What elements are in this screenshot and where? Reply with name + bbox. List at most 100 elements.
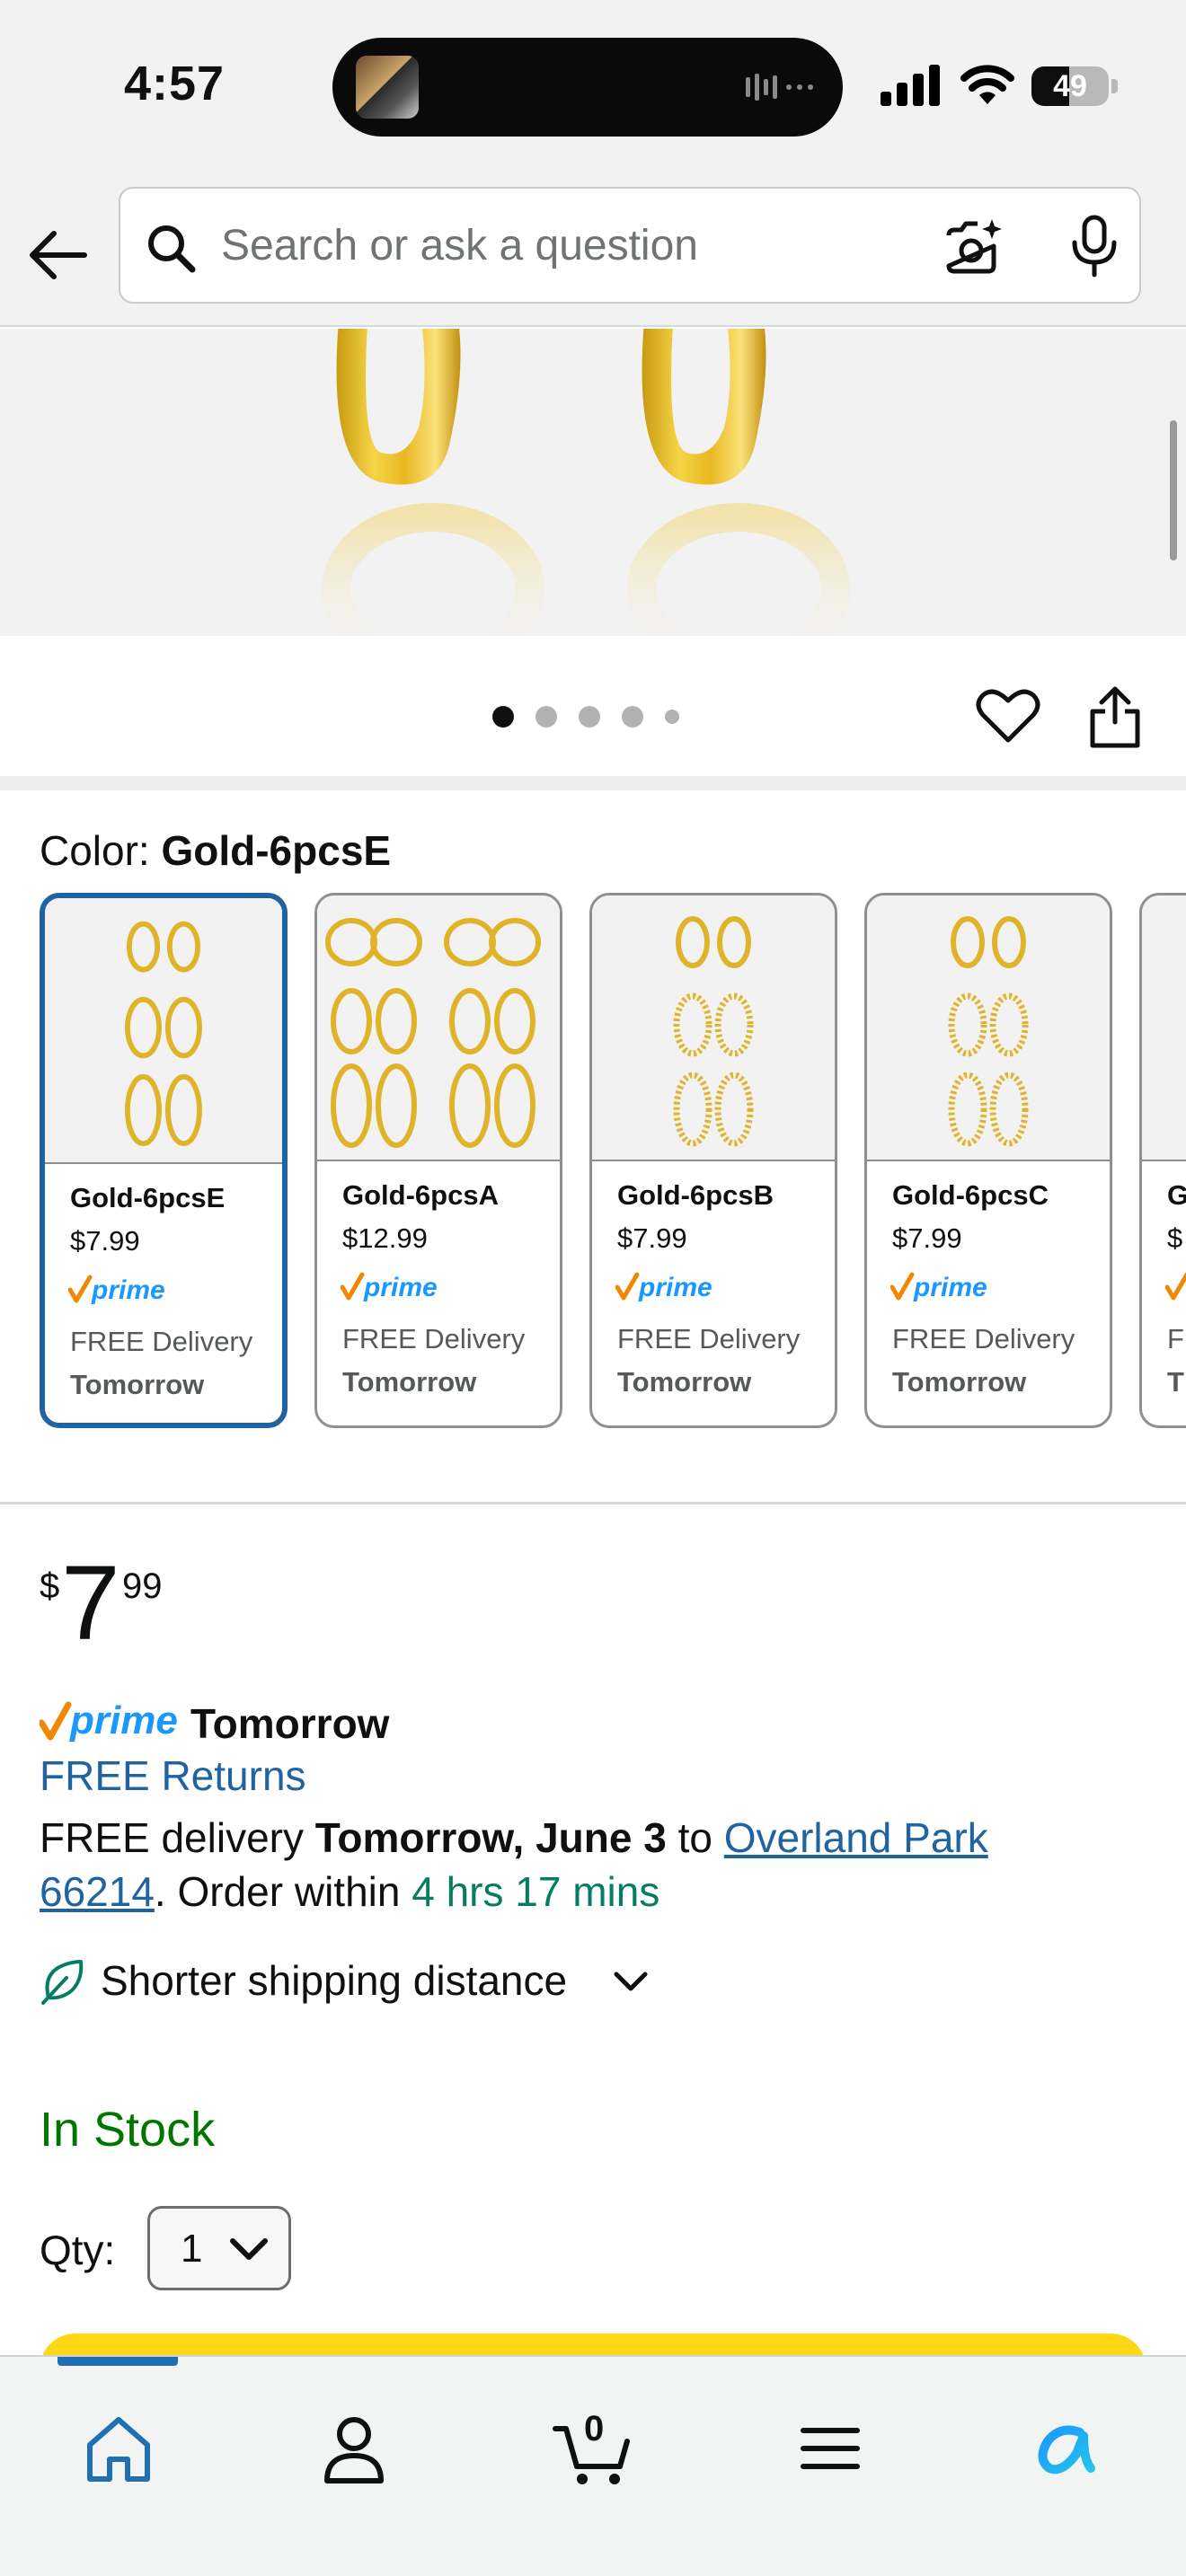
color-swatch-gold-6pcsc[interactable]: Gold-6pcsC $7.99 prime FREE Delivery Tom… xyxy=(864,893,1112,1428)
hoop-earring-shape xyxy=(948,1072,987,1147)
price-fraction: 99 xyxy=(122,1566,163,1606)
swatch-name: Gold-6pcsA xyxy=(342,1179,499,1211)
page-scrollbar[interactable] xyxy=(1170,420,1177,560)
color-swatch-carousel[interactable]: Gold-6pcsE $7.99 prime FREE Delivery Tom… xyxy=(40,893,1186,1430)
share-icon[interactable] xyxy=(1087,684,1143,749)
swatch-price: $7.99 xyxy=(617,1222,687,1254)
chevron-down-icon xyxy=(230,2238,268,2260)
swatch-name: G xyxy=(1167,1179,1186,1212)
delivery-prefix: FREE delivery xyxy=(40,1814,315,1861)
pagination-dot[interactable] xyxy=(492,706,514,728)
prime-delivery-day: Tomorrow xyxy=(190,1700,390,1747)
status-bar: 4:57 49 xyxy=(0,0,1186,180)
quantity-value: 1 xyxy=(181,2227,203,2271)
hoop-earring-shape xyxy=(376,988,417,1054)
swatch-price: $ xyxy=(1167,1222,1183,1254)
nav-home[interactable] xyxy=(75,2405,162,2492)
stock-status: In Stock xyxy=(40,2103,216,2157)
svg-text:prime: prime xyxy=(91,1275,165,1305)
quantity-select[interactable]: 1 xyxy=(147,2206,291,2290)
search-bar[interactable] xyxy=(119,187,1141,304)
swatch-delivery: FREE Delivery xyxy=(70,1326,253,1357)
prime-logo: prime xyxy=(615,1272,712,1302)
image-pagination-dots[interactable] xyxy=(492,706,679,728)
product-image[interactable] xyxy=(0,329,1186,636)
price-whole: 7 xyxy=(61,1544,120,1663)
hoop-earring-shape xyxy=(494,1063,535,1148)
swatch-price: $7.99 xyxy=(70,1225,140,1257)
nav-cart[interactable]: 0 xyxy=(550,2405,636,2492)
battery-indicator: 49 xyxy=(1031,66,1118,106)
now-playing-artwork xyxy=(356,56,419,119)
swatch-delivery-day: T xyxy=(1167,1366,1184,1398)
hoop-earring-shape xyxy=(494,988,535,1054)
hoop-earring-shape xyxy=(714,1072,754,1147)
swatch-name: Gold-6pcsB xyxy=(617,1179,774,1211)
pagination-dot[interactable] xyxy=(579,706,600,728)
hoop-earring-shape xyxy=(331,1063,372,1148)
search-header xyxy=(0,180,1186,327)
swatch-price: $7.99 xyxy=(892,1222,962,1254)
wifi-icon xyxy=(960,65,1014,104)
color-swatch-next[interactable]: G $ F T xyxy=(1139,893,1186,1428)
mic-icon[interactable] xyxy=(1066,214,1123,278)
svg-text:prime: prime xyxy=(363,1273,438,1302)
rufus-icon xyxy=(1038,2425,1095,2475)
bottom-navigation: 0 xyxy=(0,2355,1186,2576)
prime-logo: prime xyxy=(341,1272,438,1302)
hoop-earring-shape xyxy=(325,918,377,966)
color-label-prefix: Color: xyxy=(40,827,162,874)
swatch-delivery: F xyxy=(1167,1323,1184,1354)
hoop-earring-shape xyxy=(951,916,985,968)
pagination-dot[interactable] xyxy=(622,706,643,728)
free-returns-link[interactable]: FREE Returns xyxy=(40,1751,306,1800)
account-icon xyxy=(324,2417,384,2483)
hoop-earring-shape xyxy=(166,921,201,973)
selected-color-name: Gold-6pcsE xyxy=(161,827,392,874)
hoop-earring-shape xyxy=(992,916,1026,968)
swatch-thumbnail xyxy=(1142,895,1186,1161)
nav-account[interactable] xyxy=(311,2405,397,2492)
nav-rufus[interactable] xyxy=(1024,2405,1111,2492)
swatch-price: $12.99 xyxy=(342,1222,428,1254)
search-input[interactable] xyxy=(221,189,1012,302)
hoop-earring-shape xyxy=(673,992,712,1057)
color-swatch-gold-6pcse[interactable]: Gold-6pcsE $7.99 prime FREE Delivery Tom… xyxy=(40,893,288,1428)
prime-logo xyxy=(1165,1272,1186,1301)
swatch-name: Gold-6pcsE xyxy=(70,1182,226,1213)
hoop-earring-shape xyxy=(948,992,987,1057)
hoop-earring-shape xyxy=(370,918,422,966)
swatch-delivery-day: Tomorrow xyxy=(342,1366,477,1398)
dynamic-island xyxy=(332,38,843,137)
prime-logo: prime xyxy=(890,1272,987,1302)
swatch-thumbnail xyxy=(867,895,1110,1161)
hoop-earring-shape xyxy=(449,988,491,1054)
heart-icon[interactable] xyxy=(976,686,1040,745)
hoop-earring-shape xyxy=(676,916,710,968)
chevron-down-icon xyxy=(614,1972,648,1991)
color-label: Color: Gold-6pcsE xyxy=(40,826,391,875)
pagination-dot[interactable] xyxy=(665,710,679,724)
nav-menu[interactable] xyxy=(787,2405,873,2492)
swatch-thumbnail xyxy=(45,898,282,1164)
hoop-earring-shape xyxy=(164,1073,203,1147)
gold-hoop-earrings-image xyxy=(322,329,850,636)
color-swatch-gold-6pcsb[interactable]: Gold-6pcsB $7.99 prime FREE Delivery Tom… xyxy=(589,893,837,1428)
section-divider xyxy=(0,1502,1186,1504)
cellular-signal-icon xyxy=(881,65,940,106)
swatch-delivery-day: Tomorrow xyxy=(617,1366,752,1398)
camera-icon[interactable] xyxy=(943,216,1006,278)
delivery-date: Tomorrow, June 3 xyxy=(314,1814,667,1861)
hoop-earring-shape xyxy=(376,1063,417,1148)
leaf-icon xyxy=(41,1960,84,2005)
swatch-delivery: FREE Delivery xyxy=(617,1323,801,1354)
color-swatch-gold-6pcsa[interactable]: Gold-6pcsA $12.99 prime FREE Delivery To… xyxy=(314,893,562,1428)
price-symbol: $ xyxy=(40,1566,60,1606)
delivery-message: FREE delivery Tomorrow, June 3 to Overla… xyxy=(40,1811,1118,1919)
pagination-dot[interactable] xyxy=(535,706,557,728)
swatch-delivery: FREE Delivery xyxy=(342,1323,526,1354)
hoop-earring-shape xyxy=(714,992,754,1057)
audio-wave-icon xyxy=(746,74,813,101)
hoop-earring-shape xyxy=(673,1072,712,1147)
back-arrow-icon[interactable] xyxy=(22,217,97,293)
